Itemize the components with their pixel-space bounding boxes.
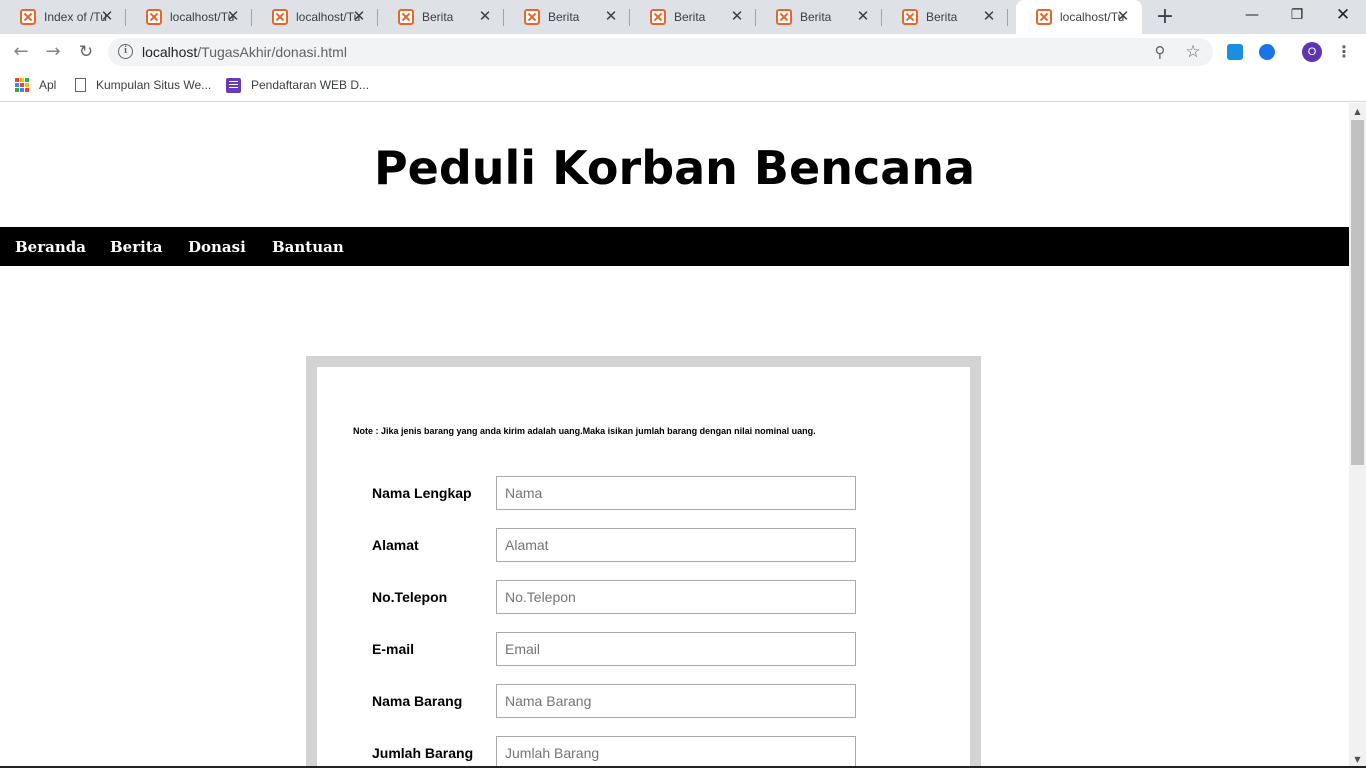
browser-tab[interactable]: Index of /Tu ✕ bbox=[0, 0, 126, 34]
nav-link-berita[interactable]: Berita bbox=[110, 238, 162, 256]
jumlah-barang-input[interactable] bbox=[496, 736, 856, 768]
browser-tab[interactable]: Berita ✕ bbox=[756, 0, 882, 34]
tab-title: localhost/Tu bbox=[1060, 10, 1124, 24]
new-tab-button[interactable]: + bbox=[1155, 5, 1175, 29]
xampp-favicon-icon bbox=[1036, 9, 1052, 25]
close-icon[interactable]: ✕ bbox=[982, 8, 996, 24]
form-row-no-telepon: No.Telepon bbox=[372, 580, 862, 614]
browser-tab[interactable]: Berita ✕ bbox=[630, 0, 756, 34]
form-note: Note : Jika jenis barang yang anda kirim… bbox=[353, 426, 816, 436]
field-label: Nama Lengkap bbox=[372, 485, 472, 501]
profile-avatar[interactable]: O bbox=[1302, 42, 1322, 62]
nama-input[interactable] bbox=[496, 476, 856, 510]
info-icon[interactable]: i bbox=[118, 44, 133, 59]
field-label: Nama Barang bbox=[372, 693, 463, 709]
bookmark-pendaftaran-web[interactable]: Pendaftaran WEB D... bbox=[226, 76, 369, 94]
form-row-alamat: Alamat bbox=[372, 528, 862, 562]
form-row-email: E-mail bbox=[372, 632, 862, 666]
tab-title: Berita bbox=[548, 10, 580, 24]
scroll-up-arrow-icon[interactable]: ▲ bbox=[1349, 103, 1366, 120]
page-viewport: Peduli Korban Bencana Beranda Berita Don… bbox=[0, 103, 1349, 768]
browser-tab[interactable]: Berita ✕ bbox=[504, 0, 630, 34]
bookmark-label: Apl bbox=[39, 78, 57, 92]
tab-title: localhost/Tu bbox=[170, 10, 234, 24]
close-icon[interactable]: ✕ bbox=[226, 8, 240, 24]
close-icon[interactable]: ✕ bbox=[100, 8, 114, 24]
browser-toolbar: ← → ↻ i localhost/TugasAkhir/donasi.html… bbox=[0, 34, 1366, 70]
nav-link-beranda[interactable]: Beranda bbox=[15, 238, 86, 256]
telepon-input[interactable] bbox=[496, 580, 856, 614]
nama-barang-input[interactable] bbox=[496, 684, 856, 718]
xampp-favicon-icon bbox=[776, 9, 792, 25]
tab-title: Berita bbox=[926, 10, 958, 24]
window-close-icon[interactable]: ✕ bbox=[1332, 4, 1354, 26]
extension-search-icon[interactable] bbox=[1259, 44, 1275, 60]
scroll-thumb[interactable] bbox=[1351, 120, 1364, 465]
close-icon[interactable]: ✕ bbox=[730, 8, 744, 24]
field-label: E-mail bbox=[372, 641, 415, 657]
xampp-favicon-icon bbox=[272, 9, 288, 25]
forward-arrow-icon[interactable]: → bbox=[42, 41, 64, 63]
tab-title: Index of /Tu bbox=[44, 10, 107, 24]
tab-title: Berita bbox=[422, 10, 454, 24]
minimize-icon[interactable]: — bbox=[1241, 4, 1263, 26]
nav-link-donasi[interactable]: Donasi bbox=[188, 238, 246, 256]
field-label: Alamat bbox=[372, 537, 419, 553]
bookmark-star-icon[interactable]: ☆ bbox=[1183, 42, 1203, 62]
browser-tab[interactable]: localhost/Tu ✕ bbox=[126, 0, 252, 34]
bookmark-kumpulan-situs[interactable]: Kumpulan Situs We... bbox=[75, 76, 211, 94]
tab-title: Berita bbox=[800, 10, 832, 24]
browser-tab-active[interactable]: localhost/Tu ✕ bbox=[1016, 0, 1142, 34]
xampp-favicon-icon bbox=[398, 9, 414, 25]
bookmark-apps[interactable]: Apl bbox=[15, 76, 56, 94]
zoom-icon[interactable]: ⚲ bbox=[1151, 43, 1169, 61]
field-label: No.Telepon bbox=[372, 589, 448, 605]
tab-strip: Index of /Tu ✕ localhost/Tu ✕ localhost/… bbox=[0, 0, 1366, 34]
restore-icon[interactable]: ❐ bbox=[1286, 4, 1308, 26]
back-arrow-icon[interactable]: ← bbox=[10, 41, 32, 63]
url-text[interactable]: localhost/TugasAkhir/donasi.html bbox=[142, 44, 347, 60]
xampp-favicon-icon bbox=[650, 9, 666, 25]
close-icon[interactable]: ✕ bbox=[1116, 8, 1130, 24]
donation-form-frame: Note : Jika jenis barang yang anda kirim… bbox=[306, 356, 981, 768]
address-bar[interactable]: i localhost/TugasAkhir/donasi.html ⚲ ☆ bbox=[108, 38, 1213, 66]
form-row-jumlah-barang: Jumlah Barang bbox=[372, 736, 862, 768]
close-icon[interactable]: ✕ bbox=[604, 8, 618, 24]
page-scrollbar[interactable]: ▲ ▼ bbox=[1349, 103, 1366, 768]
page-icon bbox=[75, 78, 86, 92]
alamat-input[interactable] bbox=[496, 528, 856, 562]
xampp-favicon-icon bbox=[524, 9, 540, 25]
form-row-nama-lengkap: Nama Lengkap bbox=[372, 476, 862, 510]
close-icon[interactable]: ✕ bbox=[478, 8, 492, 24]
nav-link-bantuan[interactable]: Bantuan bbox=[272, 238, 344, 256]
bookmark-label: Kumpulan Situs We... bbox=[96, 78, 212, 92]
donation-form: Note : Jika jenis barang yang anda kirim… bbox=[317, 367, 970, 768]
url-host: localhost bbox=[142, 44, 198, 60]
url-path: /TugasAkhir/donasi.html bbox=[197, 44, 347, 60]
close-icon[interactable]: ✕ bbox=[856, 8, 870, 24]
reload-icon[interactable]: ↻ bbox=[75, 41, 97, 63]
site-navigation: Beranda Berita Donasi Bantuan bbox=[0, 227, 1349, 266]
tab-title: localhost/Tu bbox=[296, 10, 360, 24]
browser-tab[interactable]: Berita ✕ bbox=[378, 0, 504, 34]
kebab-menu-icon[interactable]: ⋮ bbox=[1336, 42, 1352, 62]
browser-tab[interactable]: Berita ✕ bbox=[882, 0, 1008, 34]
page-title: Peduli Korban Bencana bbox=[373, 141, 976, 195]
xampp-favicon-icon bbox=[902, 9, 918, 25]
xampp-favicon-icon bbox=[20, 9, 36, 25]
close-icon[interactable]: ✕ bbox=[352, 8, 366, 24]
tab-title: Berita bbox=[674, 10, 706, 24]
apps-grid-icon bbox=[15, 78, 29, 92]
extension-send-icon[interactable] bbox=[1227, 44, 1243, 60]
email-input[interactable] bbox=[496, 632, 856, 666]
form-row-nama-barang: Nama Barang bbox=[372, 684, 862, 718]
xampp-favicon-icon bbox=[146, 9, 162, 25]
bookmarks-bar: Apl Kumpulan Situs We... Pendaftaran WEB… bbox=[0, 70, 1366, 102]
form-icon bbox=[226, 77, 241, 93]
bookmark-label: Pendaftaran WEB D... bbox=[251, 78, 370, 92]
browser-tab[interactable]: localhost/Tu ✕ bbox=[252, 0, 378, 34]
field-label: Jumlah Barang bbox=[372, 745, 474, 761]
tab-separator bbox=[1007, 9, 1008, 26]
